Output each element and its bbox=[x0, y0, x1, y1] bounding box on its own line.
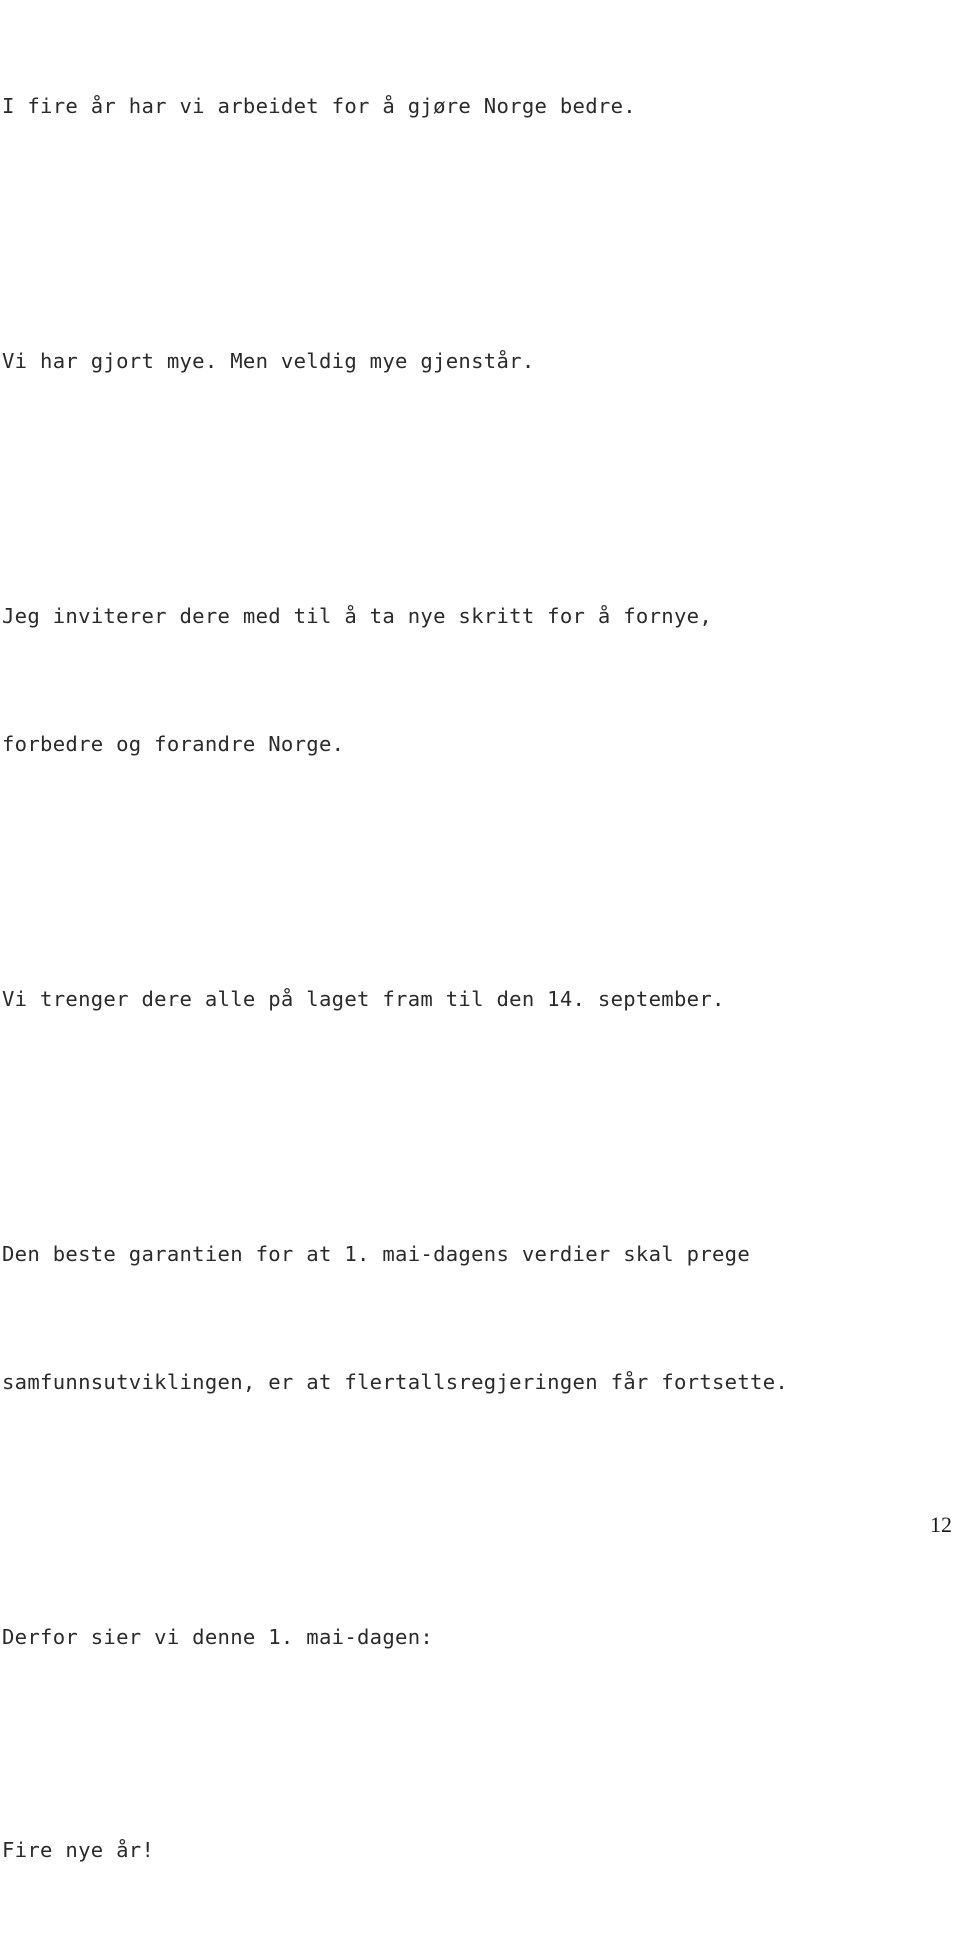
page-number: 12 bbox=[930, 1512, 952, 1537]
paragraph-3: Jeg inviterer dere med til å ta nye skri… bbox=[2, 510, 952, 851]
text-line: Derfor sier vi denne 1. mai-dagen: bbox=[2, 1624, 434, 1649]
paragraph-4: Vi trenger dere alle på laget fram til d… bbox=[2, 893, 952, 1106]
text-line: Fire nye år! bbox=[2, 1837, 155, 1862]
text-line: Vi har gjort mye. Men veldig mye gjenstå… bbox=[2, 349, 535, 374]
text-line: I fire år har vi arbeidet for å gjøre No… bbox=[2, 94, 636, 119]
paragraph-1: I fire år har vi arbeidet for å gjøre No… bbox=[2, 0, 952, 213]
paragraph-7: Fire nye år! bbox=[2, 1743, 952, 1956]
document-page: I fire år har vi arbeidet for å gjøre No… bbox=[0, 0, 960, 1862]
paragraph-2: Vi har gjort mye. Men veldig mye gjenstå… bbox=[2, 255, 952, 468]
text-line: samfunnsutviklingen, er at flertallsregj… bbox=[2, 1369, 789, 1394]
text-line: forbedre og forandre Norge. bbox=[2, 731, 345, 756]
text-line: Vi trenger dere alle på laget fram til d… bbox=[2, 986, 725, 1011]
text-line: Jeg inviterer dere med til å ta nye skri… bbox=[2, 604, 712, 629]
paragraph-5: Den beste garantien for at 1. mai-dagens… bbox=[2, 1148, 952, 1489]
document-text-column: I fire år har vi arbeidet for å gjøre No… bbox=[2, 0, 952, 1956]
text-line: Den beste garantien for at 1. mai-dagens… bbox=[2, 1241, 751, 1266]
paragraph-6: Derfor sier vi denne 1. mai-dagen: bbox=[2, 1530, 952, 1743]
